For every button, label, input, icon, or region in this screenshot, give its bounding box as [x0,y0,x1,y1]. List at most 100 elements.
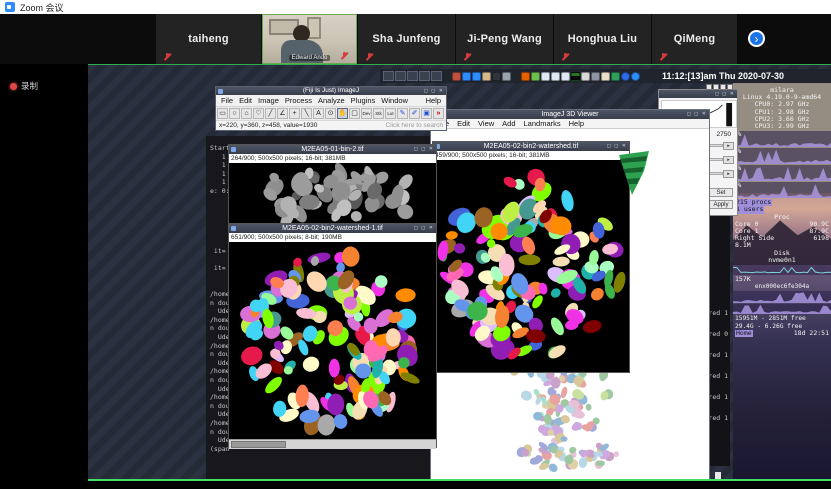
window-list-button[interactable] [419,71,430,81]
menu-view[interactable]: View [474,119,498,128]
conky-rightside-value: 6198 [813,235,829,242]
bluetooth-icon[interactable] [621,72,630,81]
set-button[interactable]: Set [709,188,733,197]
image-window-grayscale: M2EA05-01-bin-2.tif ◻ ◻ ✕ 264/900; 500x5… [228,144,437,231]
slider-arrow-button[interactable]: ▸ [723,170,734,178]
dialog-titlebar[interactable]: ◻ ◻ ✕ [659,90,737,98]
document-icon[interactable] [531,72,540,81]
app-launcher-icon[interactable] [452,72,461,81]
point-tool-icon[interactable]: + [289,108,300,119]
angle-tool-icon[interactable]: ∠ [277,108,288,119]
rectangle-tool-icon[interactable]: ▭ [217,108,228,119]
editor-app-icon[interactable] [502,72,511,81]
menu-add[interactable]: Add [498,119,519,128]
apply-button[interactable]: Apply [709,200,733,209]
menu-help[interactable]: Help [423,96,444,105]
blue-app-icon[interactable] [462,72,471,81]
screen-capture-icon[interactable] [571,72,580,81]
menu-image[interactable]: Image [255,96,282,105]
window-list-button[interactable] [431,71,442,81]
menu-analyze[interactable]: Analyze [315,96,348,105]
participant-tile-sha-junfeng[interactable]: Sha Junfeng [358,14,455,64]
menu-window[interactable]: Window [378,96,411,105]
menu-process[interactable]: Process [282,96,315,105]
window-controls-icons[interactable]: ◻ ◻ ✕ [715,90,735,99]
participant-name: taiheng [188,33,229,45]
menu-plugins[interactable]: Plugins [348,96,379,105]
text-tool-icon[interactable]: A [313,108,324,119]
menu-file[interactable]: File [218,96,236,105]
window-list-button[interactable] [407,71,418,81]
more-tools-icon[interactable]: » [433,108,444,119]
participants-strip: taiheng Edward Ando Sha Junfeng Ji-Peng … [0,14,831,64]
window-list-button[interactable] [383,71,394,81]
hand-tool-icon[interactable]: ✋ [337,108,348,119]
network-signal-icon[interactable] [591,72,600,81]
wand-tool-icon[interactable]: ╲ [301,108,312,119]
oval-tool-icon[interactable]: ○ [229,108,240,119]
dev-menu-tool-icon[interactable]: Dev [361,108,372,119]
net-graph-1 [733,291,831,303]
window-titlebar[interactable]: M2EA05-02-bin2-watershed.tif ◻ ◻ ✕ [433,142,629,151]
recycle-icon[interactable] [611,72,620,81]
window-controls-icons[interactable]: ◻ ◻ ✕ [414,145,434,154]
window-titlebar[interactable]: M2EA05-02-bin2-watershed-1.tif ◻ ◻ ✕ [229,224,436,233]
scrollbar-thumb[interactable] [231,441,286,448]
panel-clock[interactable]: 11:12:[13]am Thu 2020-07-30 [662,71,784,81]
image-canvas[interactable] [433,160,629,372]
window-titlebar[interactable]: (Fiji Is Just) ImageJ ◻ ◻ ✕ [216,87,446,95]
camera-app-icon[interactable] [492,72,501,81]
menu-edit[interactable]: Edit [453,119,474,128]
line-tool-icon[interactable]: ╱ [265,108,276,119]
polygon-tool-icon[interactable]: ⌂ [241,108,252,119]
fiji-icon[interactable] [561,72,570,81]
participant-tile-taiheng[interactable]: taiheng [156,14,261,64]
participants-next-button[interactable]: › [748,30,765,47]
slice-scrollbar[interactable] [229,439,436,449]
slider-arrow-button[interactable]: ▸ [723,142,734,150]
cpu2-graph: 2% [733,165,831,181]
folder-icon[interactable] [482,72,491,81]
brush-tool-icon[interactable]: ✐ [409,108,420,119]
image-canvas[interactable] [229,242,436,439]
stacks-menu-tool-icon[interactable]: Stk [373,108,384,119]
window-titlebar[interactable]: M2EA05-01-bin-2.tif ◻ ◻ ✕ [229,145,436,154]
freehand-tool-icon[interactable]: ♡ [253,108,264,119]
search-hint[interactable]: Click here to search [386,122,443,129]
recording-indicator[interactable]: 录制 [10,80,38,92]
zoom-tray-icon[interactable] [631,72,640,81]
fiji-icon[interactable] [541,72,550,81]
window-controls-icons[interactable]: ◻ ◻ ✕ [424,87,444,95]
participant-video-tile[interactable]: Edward Ando [262,14,357,64]
menu-help[interactable]: Help [565,119,588,128]
workspace-pager[interactable] [706,84,733,90]
pencil-tool-icon[interactable]: ✎ [397,108,408,119]
menu-landmarks[interactable]: Landmarks [520,119,565,128]
recording-label: 录制 [21,80,38,92]
window-titlebar[interactable]: ImageJ 3D Viewer ◻ ◻ ✕ [431,110,709,119]
conky-uptime: 18d 22:51 [794,330,829,337]
terminal-cursor [715,472,721,481]
slider-arrow-button[interactable]: ▸ [723,156,734,164]
menu-edit[interactable]: Edit [236,96,255,105]
conky-disk-rate: 157K [735,276,751,283]
magnifier-tool-icon[interactable]: ⊙ [325,108,336,119]
participant-tile-qimeng[interactable]: QiMeng [652,14,737,64]
rectangle2-tool-icon[interactable]: ▢ [349,108,360,119]
window-controls-icons[interactable]: ◻ ◻ ✕ [687,110,707,119]
volume-icon[interactable] [581,72,590,81]
participant-tile-jipeng-wang[interactable]: Ji-Peng Wang [456,14,553,64]
image-canvas[interactable] [229,163,436,232]
shared-screen: milara Linux 4.19.0-9-amd64 CPU0: 2.97 G… [88,64,831,481]
fill-tool-icon[interactable]: ▣ [421,108,432,119]
participant-tile-honghua-liu[interactable]: Honghua Liu [554,14,651,64]
firefox-icon[interactable] [521,72,530,81]
fiji-icon[interactable] [551,72,560,81]
clipboard-icon[interactable] [601,72,610,81]
lut-menu-tool-icon[interactable]: Lut [385,108,396,119]
histogram-max-value: 2750 [717,131,731,138]
window-list-button[interactable] [395,71,406,81]
window-controls-icons[interactable]: ◻ ◻ ✕ [414,224,434,233]
window-title: M2EA05-02-bin2-watershed-1.tif [282,225,383,232]
blue-app-icon[interactable] [472,72,481,81]
